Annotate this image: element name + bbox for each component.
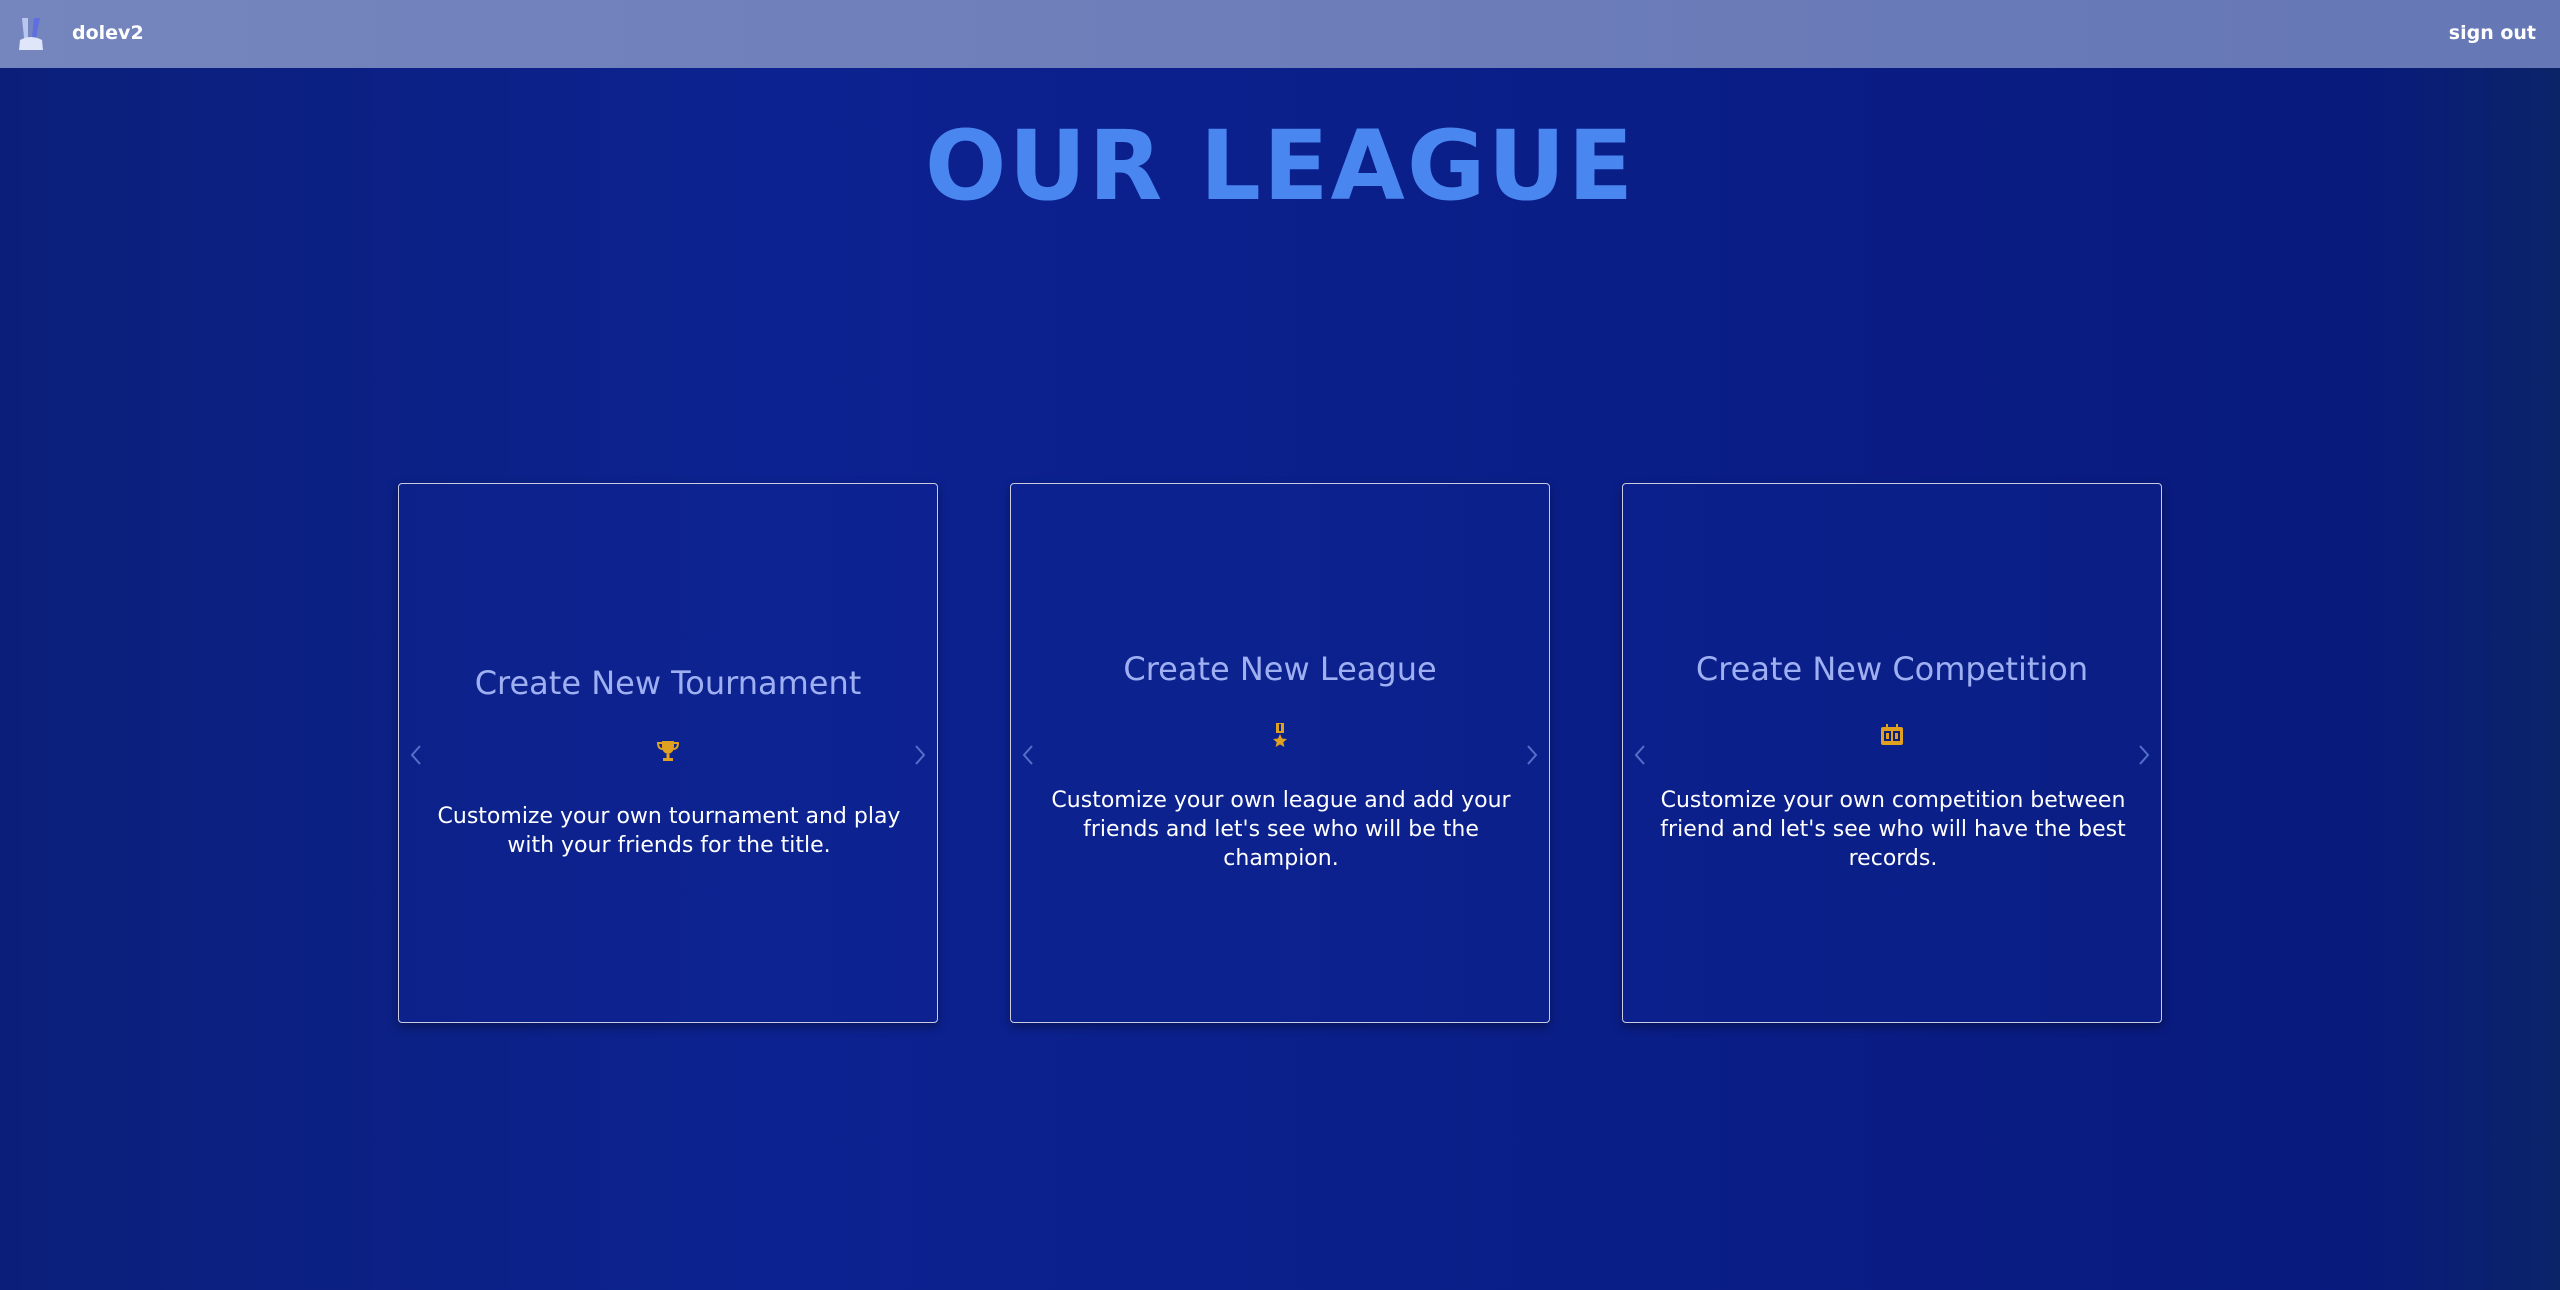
chevron-left-icon[interactable] [409,744,423,766]
app-logo-icon[interactable] [16,16,46,54]
username-label: dolev2 [72,22,144,44]
top-navbar: dolev2 sign out [0,0,2560,68]
card-title: Create New League [1123,650,1437,688]
card-description: Customize your own league and add your f… [1051,788,1511,871]
chevron-right-icon[interactable] [913,744,927,766]
card-description: Customize your own tournament and play w… [437,804,901,858]
chevron-right-icon[interactable] [1525,744,1539,766]
sign-out-button[interactable]: sign out [2449,22,2536,44]
card-description: Customize your own competition between f… [1660,788,2126,871]
page-title: OUR LEAGUE [924,110,1636,222]
card-title: Create New Tournament [474,664,862,702]
create-league-card[interactable]: Create New League Customize your own lea… [1010,483,1550,1023]
card-title: Create New Competition [1695,650,2089,688]
chevron-left-icon[interactable] [1633,744,1647,766]
chevron-right-icon[interactable] [2137,744,2151,766]
chevron-left-icon[interactable] [1021,744,1035,766]
medal-icon [1273,723,1287,747]
trophy-icon [656,741,680,761]
scoreboard-icon [1881,724,1903,745]
create-competition-card[interactable]: Create New Competition Customize your ow… [1622,483,2162,1023]
create-tournament-card[interactable]: Create New Tournament Customize your own… [398,483,938,1023]
